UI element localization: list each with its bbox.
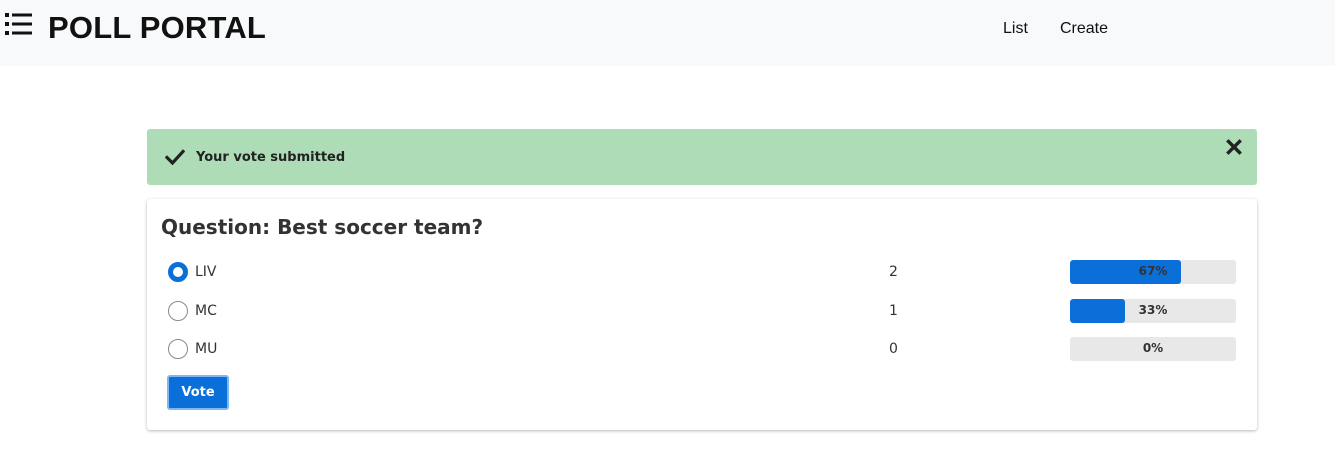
poll-option: MC 1 33%	[147, 296, 1257, 326]
poll-option: LIV 2 67%	[147, 257, 1257, 287]
option-percent: 67%	[1138, 264, 1168, 278]
option-progress-bar: 33%	[1070, 299, 1236, 323]
option-percent: 33%	[1138, 303, 1168, 317]
alert-message: Your vote submitted	[196, 150, 346, 165]
navbar: POLL PORTAL List Create	[0, 0, 1335, 66]
option-progress-bar: 67%	[1070, 260, 1236, 284]
poll-option: MU 0 0%	[147, 334, 1257, 364]
option-progress-bar: 0%	[1070, 337, 1236, 361]
option-vote-count: 0	[889, 341, 898, 357]
option-radio[interactable]	[168, 301, 188, 321]
option-radio[interactable]	[168, 262, 188, 282]
option-label: LIV	[195, 264, 217, 280]
option-vote-count: 2	[889, 264, 898, 280]
brand-title[interactable]: POLL PORTAL	[48, 10, 266, 46]
nav-link-list[interactable]: List	[1003, 20, 1028, 38]
option-radio[interactable]	[168, 339, 188, 359]
success-alert: Your vote submitted	[147, 129, 1257, 185]
option-label: MU	[195, 341, 218, 357]
list-icon	[5, 13, 32, 35]
close-icon[interactable]	[1226, 139, 1242, 155]
nav-link-create[interactable]: Create	[1060, 20, 1108, 38]
option-vote-count: 1	[889, 303, 898, 319]
poll-question: Question: Best soccer team?	[161, 215, 484, 239]
checkmark-icon	[165, 149, 185, 165]
poll-card: Question: Best soccer team? LIV 2 67% MC…	[147, 199, 1257, 430]
option-label: MC	[195, 303, 217, 319]
option-percent: 0%	[1142, 341, 1164, 355]
vote-button[interactable]: Vote	[167, 375, 229, 410]
